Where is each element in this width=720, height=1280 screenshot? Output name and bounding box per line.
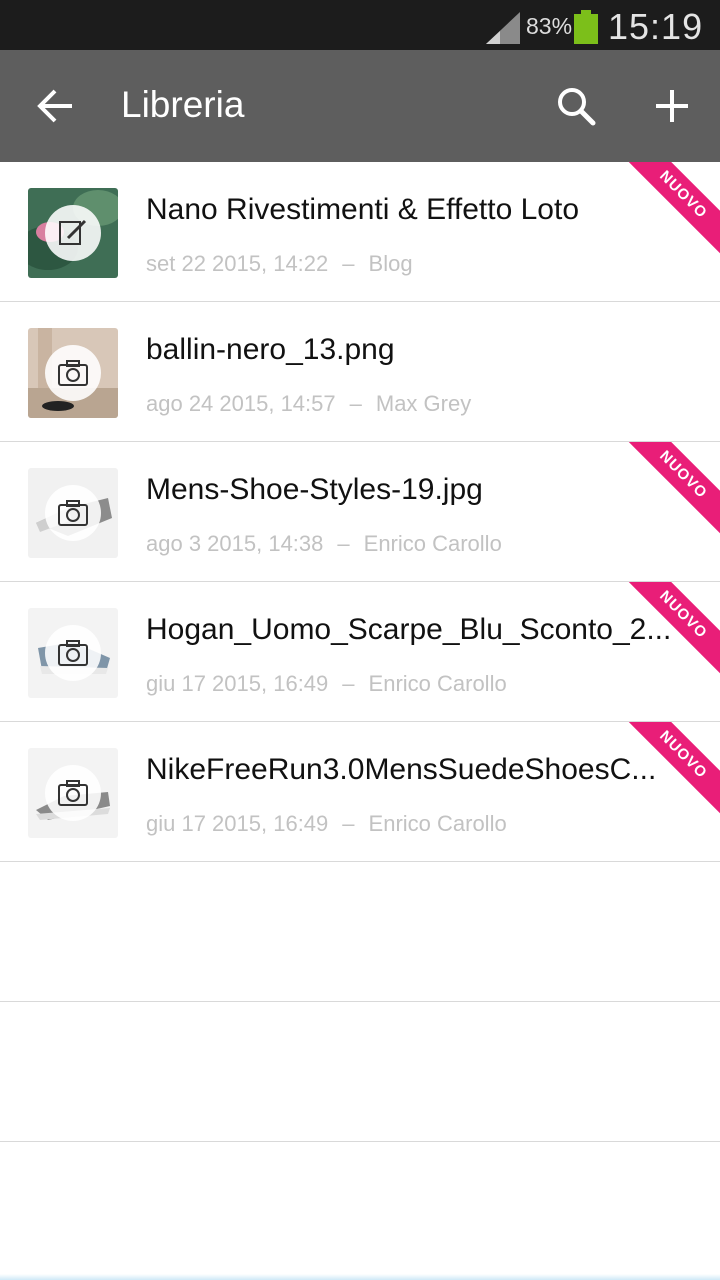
empty-row [0,1002,720,1142]
item-author: Blog [368,251,413,276]
battery-percent: 83% [526,13,573,39]
item-author: Enrico Carollo [363,531,502,556]
camera-icon [58,640,88,666]
meta-separator: – [342,251,355,276]
camera-icon [58,780,88,806]
status-bar: 83% 15:19 [0,0,720,50]
clock: 15:19 [608,6,704,47]
item-date: ago 3 2015, 14:38 [146,531,324,556]
battery-icon [574,10,598,44]
item-meta: giu 17 2015, 16:49– Enrico Carollo [146,811,507,837]
meta-separator: – [337,531,350,556]
app-bar: Libreria [0,50,720,162]
item-title: Mens-Shoe-Styles-19.jpg [146,473,483,506]
item-title: Nano Rivestimenti & Effetto Loto [146,193,580,226]
plus-icon[interactable] [646,80,698,132]
item-meta: ago 24 2015, 14:57– Max Grey [146,391,471,417]
thumbnail [28,468,118,558]
arrow-left-icon[interactable] [30,80,82,132]
item-date: giu 17 2015, 16:49 [146,811,329,836]
item-date: set 22 2015, 14:22 [146,251,329,276]
item-date: giu 17 2015, 16:49 [146,671,329,696]
meta-separator: – [349,391,362,416]
item-meta: set 22 2015, 14:22– Blog [146,251,413,277]
thumbnail [28,188,118,278]
list-item[interactable]: ballin-nero_13.png ago 24 2015, 14:57– Ma… [0,302,720,442]
item-title: ballin-nero_13.png [146,333,395,366]
item-title: Hogan_Uomo_Scarpe_Blu_Sconto_2... [146,613,672,646]
meta-separator: – [342,671,355,696]
overscroll-glow [0,1274,720,1280]
search-icon[interactable] [550,80,602,132]
list-item[interactable]: Hogan_Uomo_Scarpe_Blu_Sconto_2... giu 17… [0,582,720,722]
item-meta: ago 3 2015, 14:38– Enrico Carollo [146,531,502,557]
item-author: Enrico Carollo [368,811,507,836]
thumbnail [28,748,118,838]
list-item[interactable]: Mens-Shoe-Styles-19.jpg ago 3 2015, 14:3… [0,442,720,582]
item-author: Max Grey [375,391,472,416]
camera-icon [58,360,88,386]
camera-icon [58,500,88,526]
thumbnail [28,608,118,698]
thumbnail [28,328,118,418]
list-item[interactable]: Nano Rivestimenti & Effetto Loto set 22 … [0,162,720,302]
page-title: Libreria [121,84,245,125]
signal-icon [486,12,520,44]
library-list: Nano Rivestimenti & Effetto Loto set 22 … [0,162,720,1142]
item-meta: giu 17 2015, 16:49– Enrico Carollo [146,671,507,697]
empty-row [0,862,720,1002]
list-item[interactable]: NikeFreeRun3.0MensSuedeShoesC... giu 17 … [0,722,720,862]
item-title: NikeFreeRun3.0MensSuedeShoesC... [146,753,657,786]
item-author: Enrico Carollo [368,671,507,696]
edit-icon [59,219,87,245]
meta-separator: – [342,811,355,836]
item-date: ago 24 2015, 14:57 [146,391,336,416]
